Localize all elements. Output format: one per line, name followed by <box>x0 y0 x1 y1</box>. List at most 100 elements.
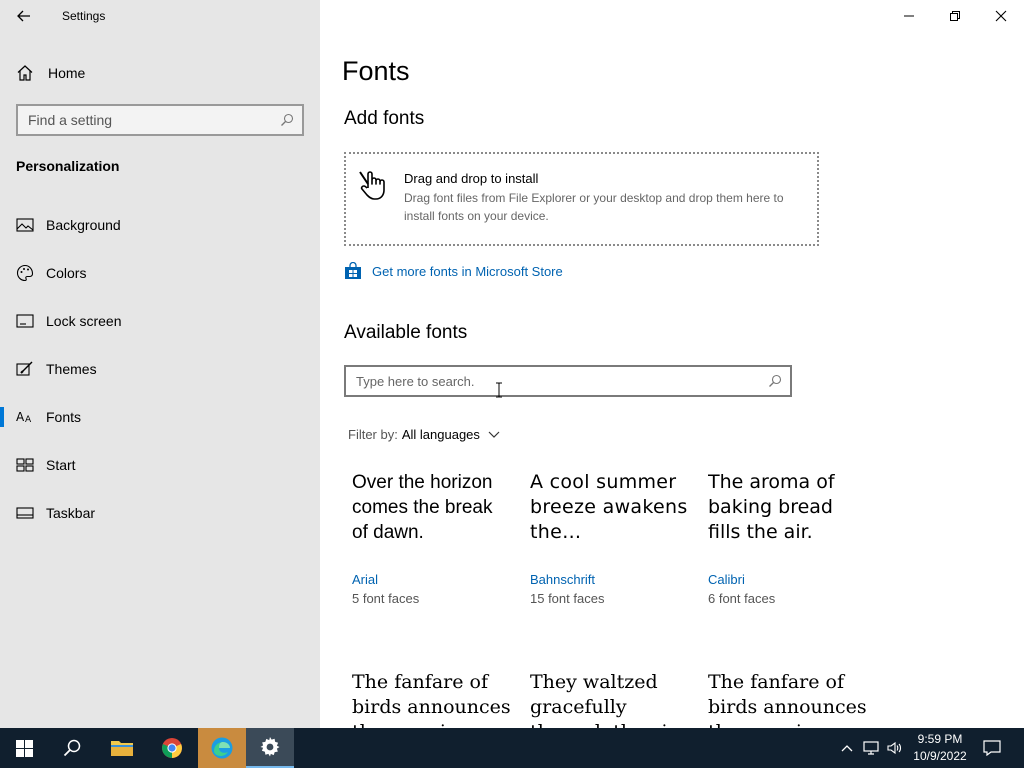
close-icon <box>995 10 1007 22</box>
window-title: Settings <box>62 9 106 23</box>
volume-icon <box>887 741 902 755</box>
language-filter[interactable]: Filter by: All languages <box>348 427 500 442</box>
search-icon[interactable] <box>768 374 782 388</box>
notification-icon <box>983 740 1001 756</box>
font-tile-calibri[interactable]: The aroma of baking bread fills the air.… <box>708 470 868 606</box>
action-center-button[interactable] <box>976 728 1008 768</box>
font-tile-bahnschrift[interactable]: A cool summer breeze awakens the… Bahnsc… <box>530 470 690 606</box>
store-link-label: Get more fonts in Microsoft Store <box>372 263 563 279</box>
sidebar-item-start[interactable]: Start <box>0 447 320 483</box>
file-explorer-button[interactable] <box>98 728 146 768</box>
microsoft-store-link[interactable]: Get more fonts in Microsoft Store <box>344 262 563 280</box>
font-sample-text: They waltzed gracefully through the air. <box>530 671 681 728</box>
home-label: Home <box>48 65 86 81</box>
add-fonts-heading: Add fonts <box>344 108 425 129</box>
sidebar-item-label: Taskbar <box>46 505 96 521</box>
page-title: Fonts <box>342 56 410 86</box>
dropzone-title: Drag and drop to install <box>404 171 539 186</box>
filter-value: All languages <box>401 427 480 442</box>
show-hidden-icons-button[interactable] <box>836 728 858 768</box>
volume-button[interactable] <box>884 728 906 768</box>
home-icon <box>17 65 33 81</box>
close-button[interactable] <box>978 0 1024 32</box>
home-nav[interactable]: Home <box>16 62 85 84</box>
settings-icon <box>260 737 280 757</box>
restore-icon <box>950 11 960 21</box>
svg-text:A: A <box>16 410 25 424</box>
sidebar-item-label: Start <box>46 457 76 473</box>
dropzone-description: Drag font files from File Explorer or yo… <box>404 191 784 223</box>
font-drop-zone[interactable]: Drag and drop to install Drag font files… <box>344 152 819 246</box>
restore-button[interactable] <box>932 0 978 32</box>
sidebar-item-lock-screen[interactable]: Lock screen <box>0 303 320 339</box>
font-name: Bahnschrift <box>530 572 596 587</box>
font-search-input[interactable] <box>356 373 746 389</box>
minimize-icon <box>904 15 914 17</box>
taskbar-search-button[interactable] <box>48 728 96 768</box>
lock-screen-icon <box>16 312 34 330</box>
find-setting-input[interactable] <box>28 112 268 128</box>
edge-icon <box>211 737 233 759</box>
chevron-up-icon <box>841 745 853 752</box>
font-tile-arial[interactable]: Over the horizon comes the break of dawn… <box>352 470 512 606</box>
filter-label: Filter by: <box>348 427 398 442</box>
sidebar-item-background[interactable]: Background <box>0 207 320 243</box>
font-search-box[interactable] <box>344 365 792 397</box>
chrome-icon <box>162 738 182 758</box>
network-icon <box>863 741 879 755</box>
back-button[interactable] <box>10 4 38 28</box>
font-sample-text: The fanfare of birds announces the morni… <box>708 671 867 728</box>
text-cursor-icon <box>496 382 502 398</box>
font-face-count: 6 font faces <box>708 591 776 606</box>
svg-text:A: A <box>25 415 32 425</box>
sidebar-item-label: Colors <box>46 265 87 281</box>
taskbar-icon <box>16 504 34 522</box>
font-face-count: 15 font faces <box>530 591 605 606</box>
font-sample-text: Over the horizon comes the break of dawn… <box>352 472 493 543</box>
sidebar-item-label: Background <box>46 217 121 233</box>
sidebar-item-label: Fonts <box>46 409 82 425</box>
sidebar-item-taskbar[interactable]: Taskbar <box>0 495 320 531</box>
find-setting-box[interactable] <box>16 104 304 136</box>
back-arrow-icon <box>17 10 30 22</box>
network-button[interactable] <box>860 728 882 768</box>
clock-date: 10/9/2022 <box>913 749 967 763</box>
font-face-count: 5 font faces <box>352 591 420 606</box>
edge-button[interactable] <box>198 728 246 768</box>
fonts-icon: AA <box>16 408 34 426</box>
taskbar: 9:59 PM 10/9/2022 <box>0 728 1024 768</box>
search-icon <box>63 739 81 757</box>
taskbar-clock[interactable]: 9:59 PM 10/9/2022 <box>912 731 968 765</box>
start-icon <box>16 456 34 474</box>
font-sample-text: The fanfare of birds announces the morni… <box>352 671 511 728</box>
clock-time: 9:59 PM <box>917 732 963 746</box>
sidebar-item-colors[interactable]: Colors <box>0 255 320 291</box>
start-button[interactable] <box>0 728 48 768</box>
font-name: Arial <box>352 572 379 587</box>
windows-logo-icon <box>15 739 33 757</box>
font-sample-text: The aroma of baking bread fills the air. <box>708 471 835 543</box>
font-tile[interactable]: The fanfare of birds announces the morni… <box>708 670 868 728</box>
picture-icon <box>16 216 34 234</box>
settings-button[interactable] <box>246 728 294 768</box>
sidebar: Settings Home Personalization Background… <box>0 0 320 728</box>
font-sample-text: A cool summer breeze awakens the… <box>530 471 688 543</box>
font-tile[interactable]: The fanfare of birds announces the morni… <box>352 670 512 728</box>
drag-hand-icon <box>359 171 385 200</box>
search-icon[interactable] <box>280 113 294 127</box>
minimize-button[interactable] <box>886 0 932 32</box>
available-fonts-heading: Available fonts <box>344 322 468 343</box>
chevron-down-icon <box>488 431 500 438</box>
font-tile[interactable]: They waltzed gracefully through the air. <box>530 670 690 728</box>
file-explorer-icon <box>111 741 133 756</box>
palette-icon <box>16 264 34 282</box>
font-tiles-row-2: The fanfare of birds announces the morni… <box>320 660 1024 728</box>
sidebar-item-label: Themes <box>46 361 97 377</box>
store-bag-icon <box>345 262 361 279</box>
themes-brush-icon <box>16 360 34 378</box>
section-heading: Personalization <box>16 158 120 174</box>
chrome-button[interactable] <box>148 728 196 768</box>
sidebar-item-themes[interactable]: Themes <box>0 351 320 387</box>
font-name: Calibri <box>708 572 745 587</box>
sidebar-item-fonts[interactable]: AA Fonts <box>0 399 320 435</box>
